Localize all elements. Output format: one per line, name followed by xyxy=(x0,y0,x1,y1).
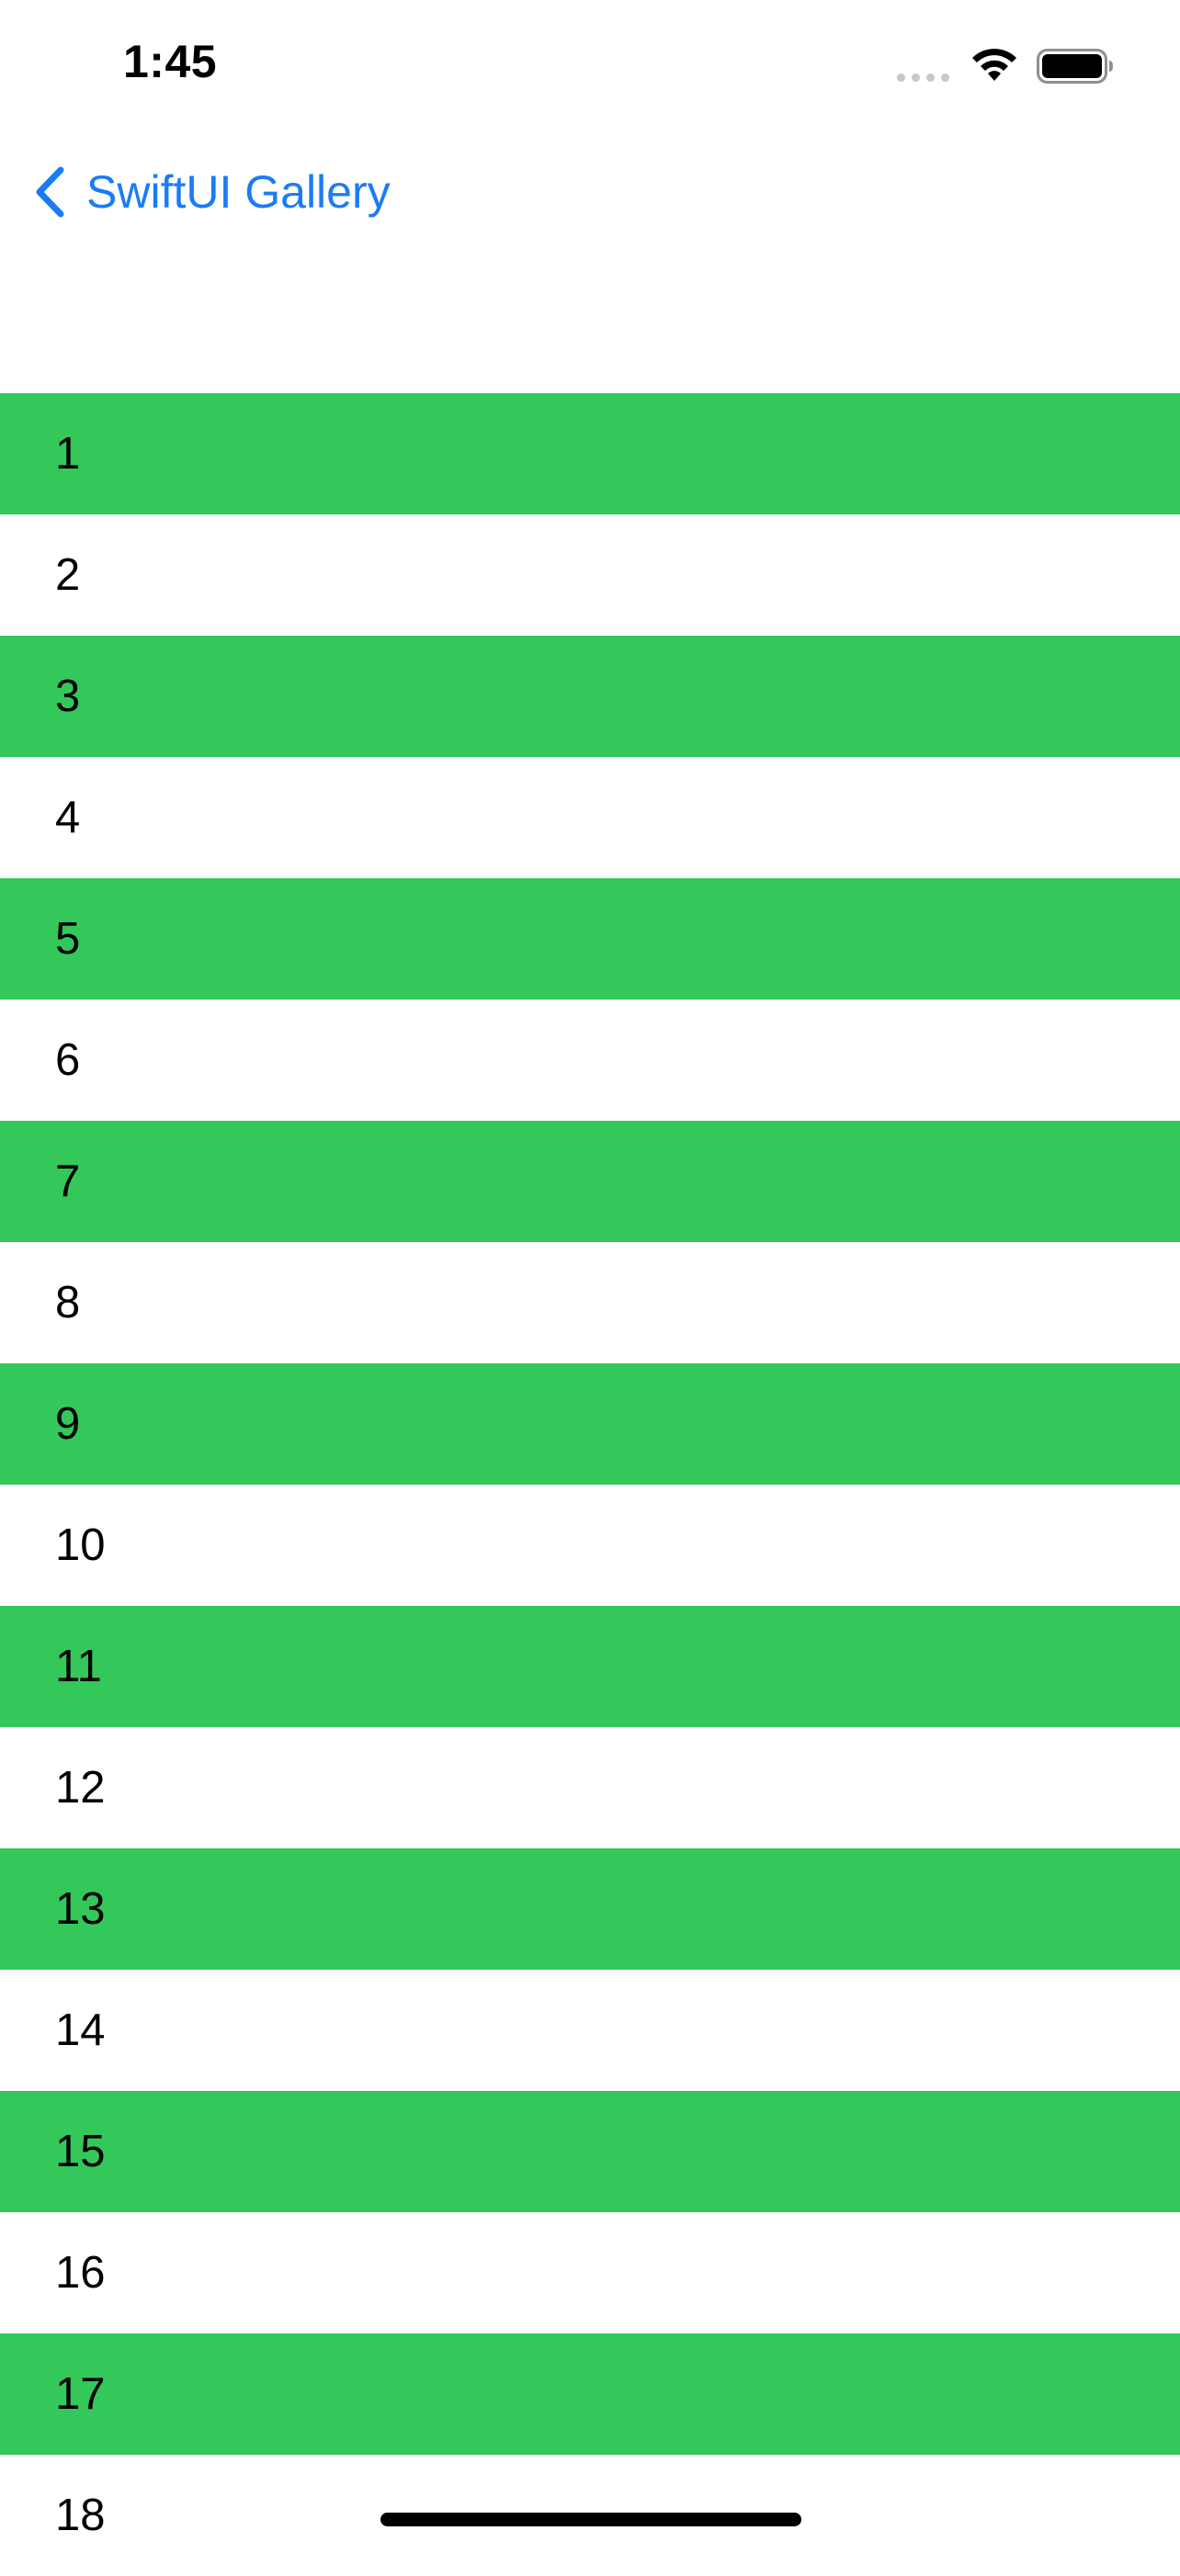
wifi-icon xyxy=(972,49,1016,81)
status-bar: 1:45 xyxy=(0,0,1180,129)
list-item[interactable]: 4 xyxy=(0,757,1180,878)
list-item-label: 15 xyxy=(55,2127,106,2176)
home-indicator[interactable] xyxy=(380,2513,801,2526)
list-item[interactable]: 1 xyxy=(0,393,1180,514)
status-time: 1:45 xyxy=(123,36,218,87)
list-item-label: 14 xyxy=(55,2005,106,2055)
signal-dots-icon xyxy=(897,73,949,82)
list-item-label: 11 xyxy=(55,1642,102,1691)
navigation-bar: SwiftUI Gallery xyxy=(0,147,1180,235)
list-item[interactable]: 7 xyxy=(0,1121,1180,1242)
list-item[interactable]: 13 xyxy=(0,1848,1180,1970)
list-item-label: 13 xyxy=(55,1884,106,1934)
list-item[interactable]: 14 xyxy=(0,1970,1180,2091)
chevron-left-icon xyxy=(36,166,64,218)
list-item[interactable]: 17 xyxy=(0,2333,1180,2455)
back-button-label: SwiftUI Gallery xyxy=(86,166,391,218)
list-item-label: 10 xyxy=(55,1520,106,1570)
list-item-label: 16 xyxy=(55,2248,106,2298)
list-item[interactable]: 12 xyxy=(0,1727,1180,1848)
list-item[interactable]: 2 xyxy=(0,514,1180,636)
list-item-label: 6 xyxy=(55,1035,81,1085)
list-item-label: 2 xyxy=(55,550,81,600)
list-item[interactable]: 8 xyxy=(0,1242,1180,1363)
list-item-label: 5 xyxy=(55,914,81,964)
list-item-label: 17 xyxy=(55,2369,106,2419)
list-item[interactable]: 5 xyxy=(0,878,1180,1000)
list-item-label: 9 xyxy=(55,1399,81,1449)
list-item-label: 3 xyxy=(55,672,81,721)
list-item-label: 4 xyxy=(55,793,81,842)
list-item[interactable]: 6 xyxy=(0,1000,1180,1121)
battery-icon xyxy=(1037,49,1113,84)
list-item[interactable]: 9 xyxy=(0,1363,1180,1485)
list-item[interactable]: 16 xyxy=(0,2212,1180,2333)
list-item[interactable]: 15 xyxy=(0,2091,1180,2212)
list-item[interactable]: 10 xyxy=(0,1485,1180,1606)
list-item[interactable]: 11 xyxy=(0,1606,1180,1727)
list-item-label: 1 xyxy=(55,429,81,479)
list-item-label: 8 xyxy=(55,1278,81,1328)
number-list: 1 2 3 4 5 6 7 8 9 10 11 12 13 14 15 16 1… xyxy=(0,393,1180,2576)
list-item-label: 7 xyxy=(55,1157,81,1206)
list-item[interactable]: 3 xyxy=(0,636,1180,757)
list-item-label: 12 xyxy=(55,1763,106,1813)
back-button[interactable]: SwiftUI Gallery xyxy=(33,160,391,224)
list-item-label: 18 xyxy=(55,2491,106,2540)
